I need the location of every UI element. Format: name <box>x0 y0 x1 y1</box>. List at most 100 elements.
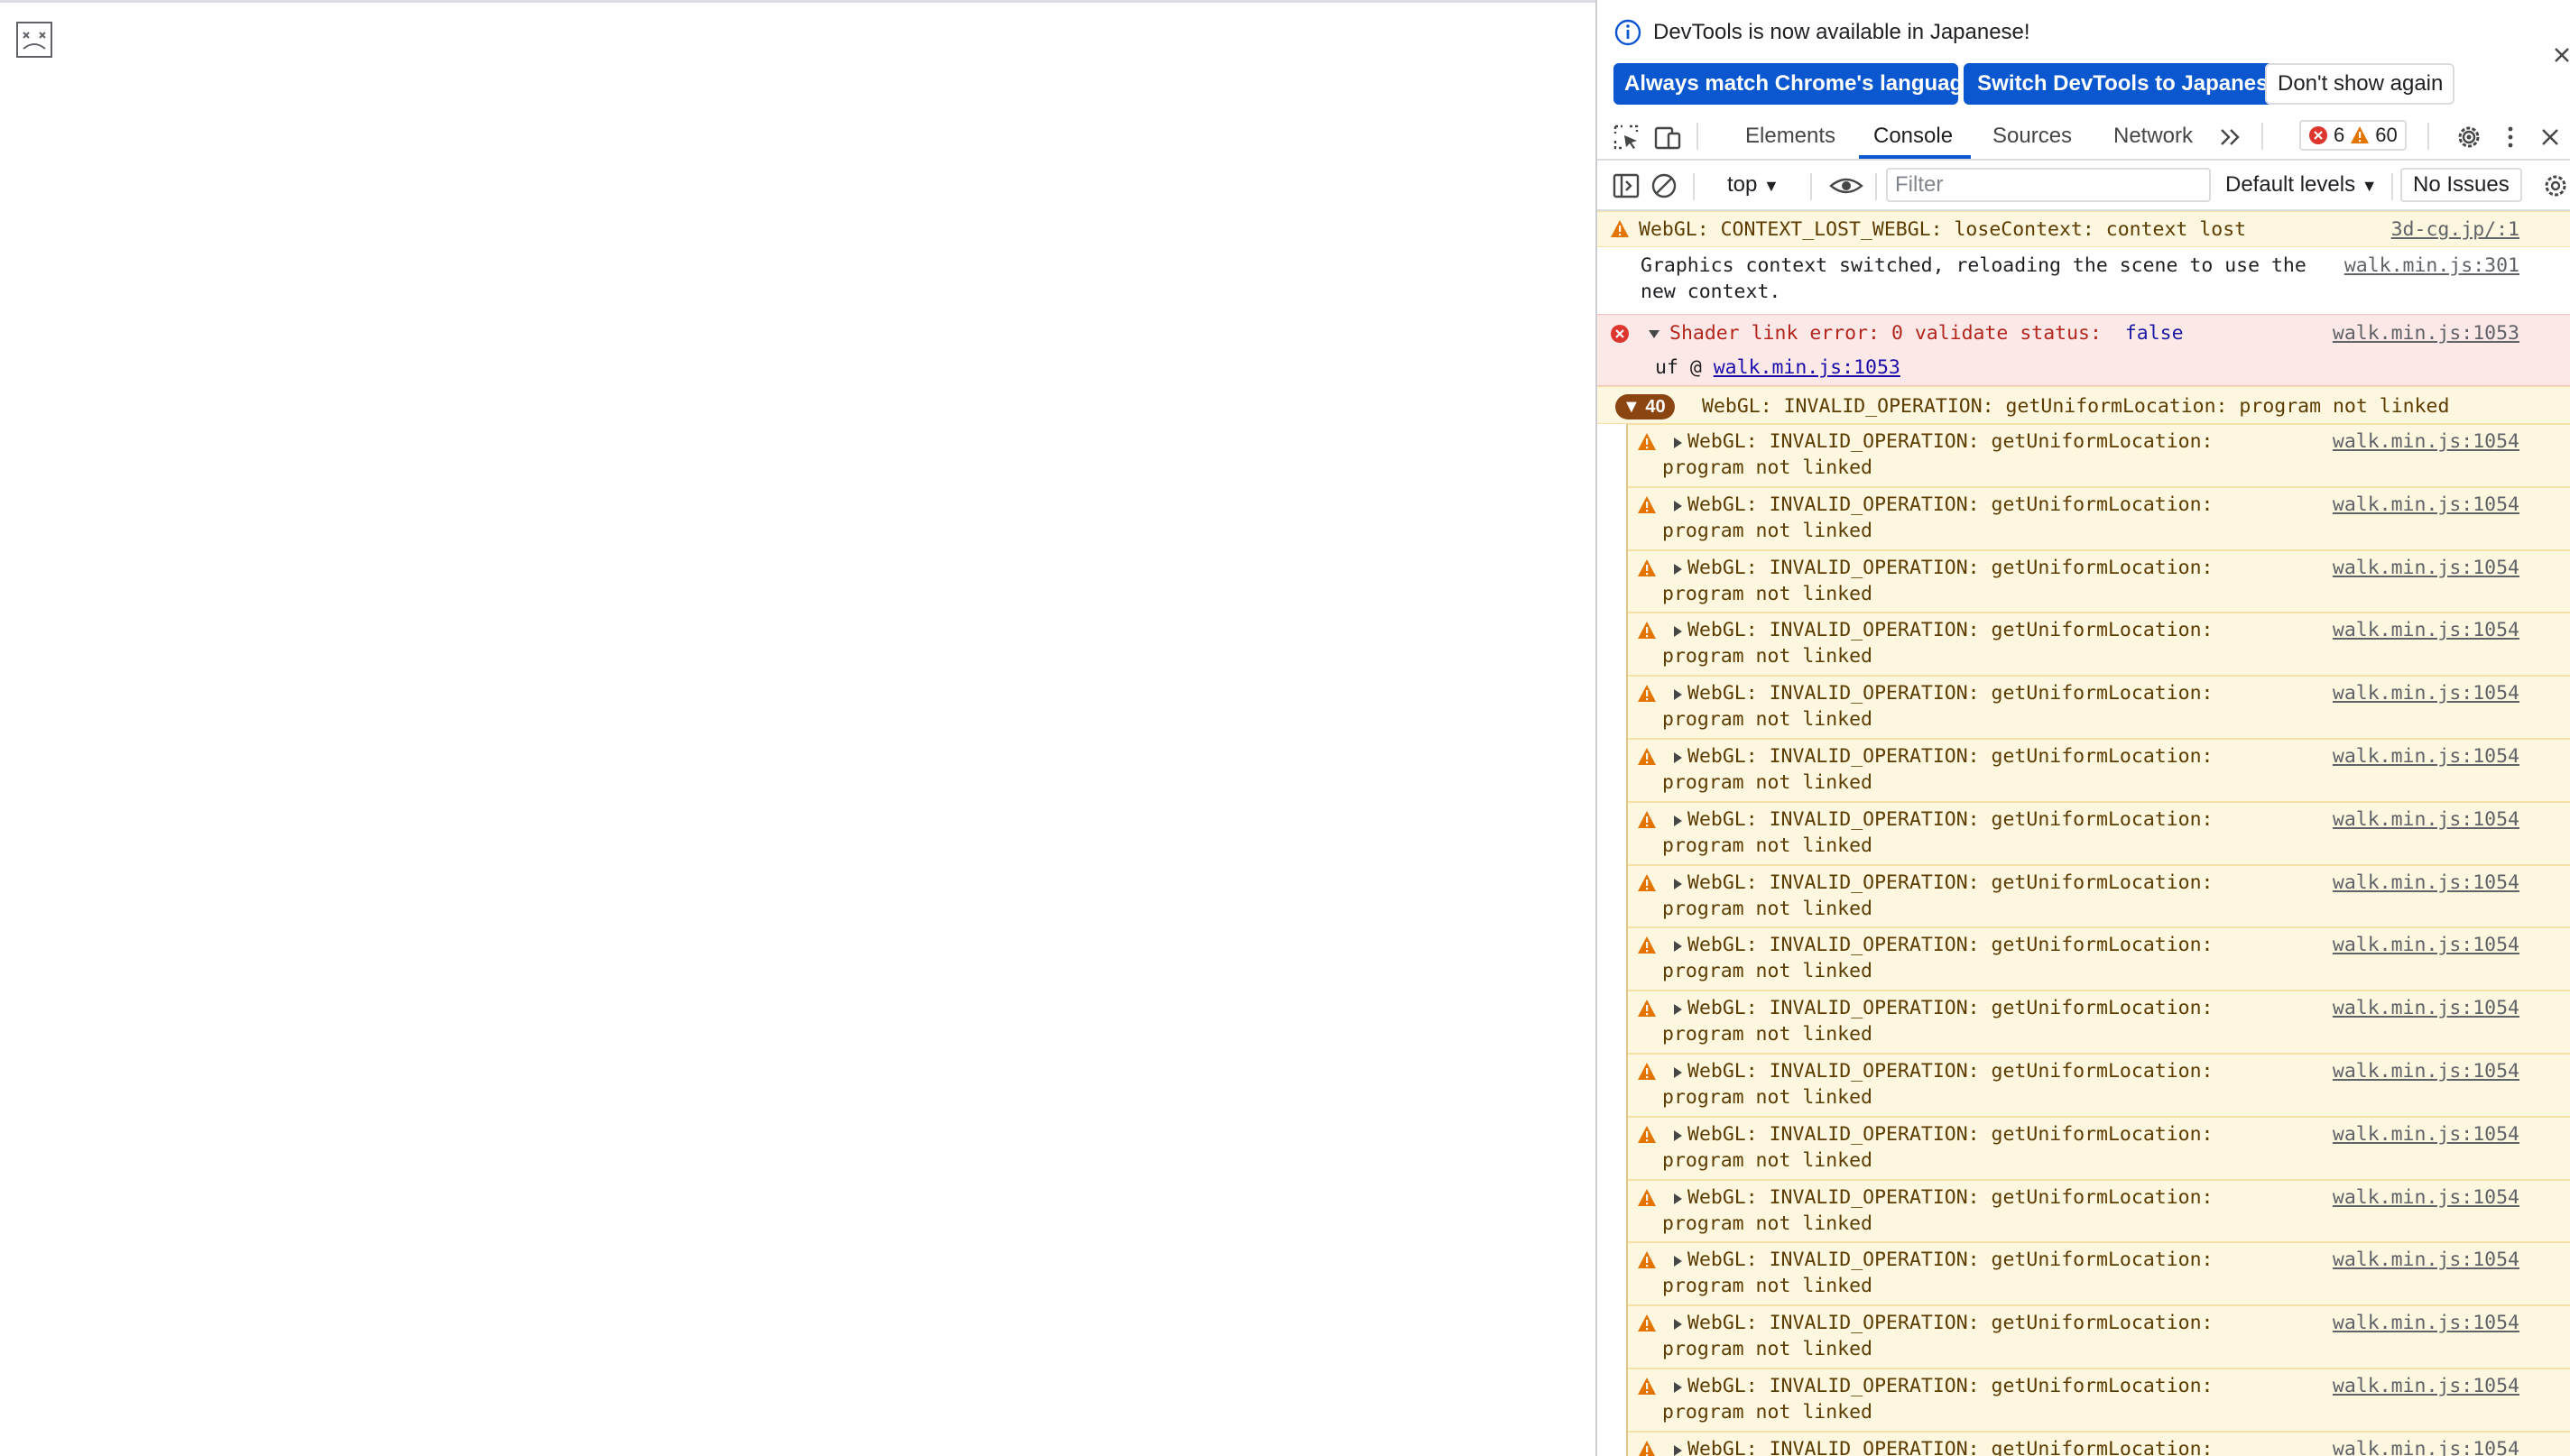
message-source-link[interactable]: walk.min.js:1054 <box>2333 995 2519 1021</box>
collapsed-triangle-icon[interactable] <box>1671 940 1684 953</box>
error-value: false <box>2124 322 2184 345</box>
console-log-message[interactable]: Graphics context switched, reloading the… <box>1597 247 2570 314</box>
context-selector[interactable]: top ▼ <box>1727 170 1780 200</box>
message-source-link[interactable]: walk.min.js:1054 <box>2333 1310 2519 1336</box>
message-source-link[interactable]: walk.min.js:1054 <box>2333 429 2519 455</box>
always-match-language-button[interactable]: Always match Chrome's language <box>1613 63 1975 105</box>
switch-to-japanese-button[interactable]: Switch DevTools to Japanese <box>1964 63 2294 105</box>
close-devtools-icon[interactable] <box>2536 123 2565 152</box>
collapsed-triangle-icon[interactable] <box>1671 878 1684 890</box>
console-group-header[interactable]: ▼ 40 WebGL: INVALID_OPERATION: getUnifor… <box>1597 386 2570 424</box>
collapsed-triangle-icon[interactable] <box>1671 1003 1684 1016</box>
grouped-warning-message[interactable]: WebGL: INVALID_OPERATION: getUniformLoca… <box>1628 1116 2570 1180</box>
clear-console-icon[interactable] <box>1650 171 1678 200</box>
collapsed-triangle-icon[interactable] <box>1671 1129 1684 1142</box>
log-levels-dropdown[interactable]: Default levels ▼ <box>2225 170 2378 200</box>
message-source-link[interactable]: 3d-cg.jp/:1 <box>2391 217 2519 243</box>
warning-icon <box>1638 936 1656 954</box>
inspect-element-icon[interactable] <box>1612 123 1641 152</box>
tab-elements[interactable]: Elements <box>1742 112 1839 159</box>
tab-sources[interactable]: Sources <box>1989 112 2075 159</box>
expanded-triangle-icon[interactable] <box>1648 327 1660 340</box>
grouped-warning-message[interactable]: WebGL: INVALID_OPERATION: getUniformLoca… <box>1628 424 2570 487</box>
grouped-warning-message[interactable]: WebGL: INVALID_OPERATION: getUniformLoca… <box>1628 549 2570 613</box>
collapsed-triangle-icon[interactable] <box>1671 1381 1684 1394</box>
collapsed-triangle-icon[interactable] <box>1671 500 1684 512</box>
grouped-warning-message[interactable]: WebGL: INVALID_OPERATION: getUniformLoca… <box>1628 1179 2570 1243</box>
message-text-line2: program not linked <box>1662 834 1872 857</box>
dont-show-again-button[interactable]: Don't show again <box>2265 63 2454 105</box>
group-count-badge[interactable]: ▼ 40 <box>1615 394 1675 419</box>
grouped-warning-message[interactable]: WebGL: INVALID_OPERATION: getUniformLoca… <box>1628 864 2570 928</box>
settings-gear-icon[interactable] <box>2454 123 2483 152</box>
message-source-link[interactable]: walk.min.js:1054 <box>2333 932 2519 958</box>
kebab-menu-icon[interactable] <box>2496 123 2525 152</box>
collapsed-triangle-icon[interactable] <box>1671 815 1684 827</box>
grouped-warning-message[interactable]: WebGL: INVALID_OPERATION: getUniformLoca… <box>1628 486 2570 550</box>
grouped-warning-message[interactable]: WebGL: INVALID_OPERATION: getUniformLoca… <box>1628 1368 2570 1432</box>
message-source-link[interactable]: walk.min.js:1054 <box>2333 743 2519 769</box>
collapsed-triangle-icon[interactable] <box>1671 1255 1684 1267</box>
message-source-link[interactable]: walk.min.js:1054 <box>2333 492 2519 518</box>
grouped-warning-message[interactable]: WebGL: INVALID_OPERATION: getUniformLoca… <box>1628 1431 2570 1456</box>
collapsed-triangle-icon[interactable] <box>1671 625 1684 638</box>
message-source-link[interactable]: walk.min.js:1054 <box>2333 1184 2519 1211</box>
message-source-link[interactable]: walk.min.js:1054 <box>2333 1436 2519 1456</box>
issues-button[interactable]: No Issues <box>2400 168 2522 202</box>
collapsed-triangle-icon[interactable] <box>1671 1066 1684 1079</box>
message-source-link[interactable]: walk.min.js:1054 <box>2333 680 2519 706</box>
message-source-link[interactable]: walk.min.js:1054 <box>2333 806 2519 833</box>
message-source-link[interactable]: walk.min.js:301 <box>2344 253 2519 279</box>
device-toolbar-icon[interactable] <box>1653 123 1682 152</box>
grouped-warning-message[interactable]: WebGL: INVALID_OPERATION: getUniformLoca… <box>1628 613 2570 677</box>
warning-icon <box>1638 1125 1656 1143</box>
message-source-link[interactable]: walk.min.js:1054 <box>2333 1058 2519 1084</box>
collapsed-triangle-icon[interactable] <box>1671 751 1684 764</box>
error-message: Shader link error: 0 validate status: <box>1669 322 2102 345</box>
stack-trace-link[interactable]: walk.min.js:1053 <box>1714 356 1900 379</box>
collapsed-triangle-icon[interactable] <box>1671 1318 1684 1331</box>
grouped-warning-message[interactable]: WebGL: INVALID_OPERATION: getUniformLoca… <box>1628 1305 2570 1368</box>
error-text: Shader link error: 0 validate status: fa… <box>1669 320 2184 346</box>
message-source-link[interactable]: walk.min.js:1054 <box>2333 870 2519 896</box>
collapsed-triangle-icon[interactable] <box>1671 1193 1684 1205</box>
tab-network[interactable]: Network <box>2110 112 2196 159</box>
message-text-line1: WebGL: INVALID_OPERATION: getUniformLoca… <box>1687 556 2214 579</box>
message-source-link[interactable]: walk.min.js:1054 <box>2333 1247 2519 1273</box>
message-text-line2: program not linked <box>1662 1338 1872 1361</box>
message-text-line1: WebGL: INVALID_OPERATION: getUniformLoca… <box>1687 682 2214 705</box>
grouped-warning-message[interactable]: WebGL: INVALID_OPERATION: getUniformLoca… <box>1628 1054 2570 1117</box>
log-levels-value: Default levels <box>2225 172 2356 197</box>
collapsed-triangle-icon[interactable] <box>1671 688 1684 701</box>
close-infobar-icon[interactable] <box>2545 40 2570 72</box>
console-warning-message[interactable]: WebGL: CONTEXT_LOST_WEBGL: loseContext: … <box>1597 211 2570 247</box>
grouped-warning-message[interactable]: WebGL: INVALID_OPERATION: getUniformLoca… <box>1628 801 2570 865</box>
grouped-warning-message[interactable]: WebGL: INVALID_OPERATION: getUniformLoca… <box>1628 739 2570 802</box>
issue-counter[interactable]: 6 60 <box>2299 120 2407 151</box>
collapsed-triangle-icon[interactable] <box>1671 437 1684 449</box>
console-settings-gear-icon[interactable] <box>2541 171 2570 200</box>
grouped-warning-message[interactable]: WebGL: INVALID_OPERATION: getUniformLoca… <box>1628 991 2570 1054</box>
grouped-warning-message[interactable]: WebGL: INVALID_OPERATION: getUniformLoca… <box>1628 927 2570 991</box>
message-source-link[interactable]: walk.min.js:1054 <box>2333 555 2519 581</box>
console-error-message[interactable]: Shader link error: 0 validate status: fa… <box>1597 314 2570 386</box>
sidebar-toggle-icon[interactable] <box>1612 171 1641 200</box>
message-source-link[interactable]: walk.min.js:1054 <box>2333 1373 2519 1399</box>
tab-console[interactable]: Console <box>1870 112 1956 159</box>
grouped-warning-message[interactable]: WebGL: INVALID_OPERATION: getUniformLoca… <box>1628 676 2570 739</box>
separator <box>1875 173 1877 200</box>
live-expression-eye-icon[interactable] <box>1828 171 1864 200</box>
console-messages[interactable]: WebGL: CONTEXT_LOST_WEBGL: loseContext: … <box>1597 211 2570 1456</box>
filter-input[interactable]: Filter <box>1886 168 2211 202</box>
message-text-line1: WebGL: INVALID_OPERATION: getUniformLoca… <box>1687 871 2214 894</box>
message-source-link[interactable]: walk.min.js:1054 <box>2333 617 2519 643</box>
more-tabs-icon[interactable] <box>2216 123 2245 152</box>
page-viewport[interactable] <box>0 3 1595 1456</box>
collapsed-triangle-icon[interactable] <box>1671 1444 1684 1456</box>
message-text-line2: program not linked <box>1662 771 1872 794</box>
message-source-link[interactable]: walk.min.js:1053 <box>2333 320 2519 346</box>
message-source-link[interactable]: walk.min.js:1054 <box>2333 1121 2519 1147</box>
message-text-line2: new context. <box>1641 281 1781 303</box>
collapsed-triangle-icon[interactable] <box>1671 563 1684 576</box>
grouped-warning-message[interactable]: WebGL: INVALID_OPERATION: getUniformLoca… <box>1628 1242 2570 1306</box>
